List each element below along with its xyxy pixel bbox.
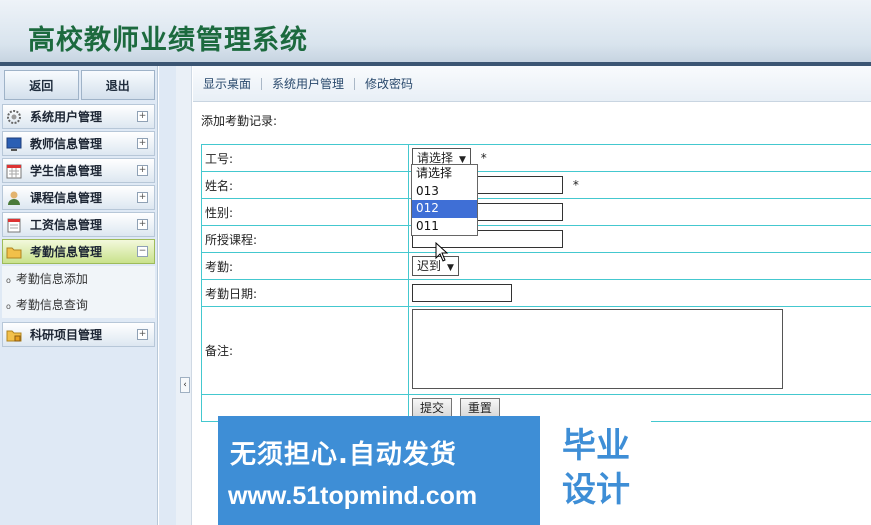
folder-icon [6, 244, 24, 260]
calendar-icon [6, 217, 24, 233]
nav-separator [261, 77, 263, 90]
label-attendance: 考勤: [201, 252, 409, 280]
remark-textarea[interactable] [412, 309, 783, 389]
required-mark: * [480, 150, 487, 165]
nav-link-system-users[interactable]: 系统用户管理 [272, 75, 344, 92]
submit-button[interactable]: 提交 [412, 398, 453, 418]
date-input[interactable] [412, 284, 512, 302]
label-remark: 备注: [201, 306, 409, 395]
banner-side-line: 设计 [562, 470, 630, 510]
label-name: 姓名: [201, 171, 409, 199]
expand-icon[interactable]: + [137, 329, 148, 340]
label-gender: 性别: [201, 198, 409, 226]
sidebar-item-system-users[interactable]: 系统用户管理 + [2, 104, 155, 129]
nav-separator [354, 77, 356, 90]
banner-side-text: 毕业 设计 [554, 424, 638, 512]
gonghao-dropdown-list: 请选择 013 012 011 [411, 164, 478, 236]
sidebar-gap [159, 66, 176, 525]
banner-side-box: 毕业 设计 [540, 416, 651, 525]
attendance-form: 工号: 请选择 ▼ * 姓名: * 性别: 所授课程: 考勤: 迟到 ▼ 考勤日… [201, 144, 871, 422]
sidebar-item-teacher-info[interactable]: 教师信息管理 + [2, 131, 155, 156]
logout-button[interactable]: 退出 [80, 70, 155, 100]
nav-link-desktop[interactable]: 显示桌面 [203, 75, 251, 92]
gonghao-select-value: 请选择 [417, 151, 454, 165]
expand-icon[interactable]: + [137, 165, 148, 176]
section-title: 添加考勤记录: [201, 114, 278, 128]
expand-icon[interactable]: + [137, 192, 148, 203]
app-title: 高校教师业绩管理系统 [28, 25, 308, 56]
sidebar-item-student-info[interactable]: 学生信息管理 + [2, 158, 155, 183]
folder-lock-icon [6, 327, 24, 343]
dropdown-option[interactable]: 请选择 [412, 165, 477, 183]
monitor-icon [6, 136, 24, 152]
expand-icon[interactable]: + [137, 138, 148, 149]
sidebar-item-label: 课程信息管理 [30, 191, 103, 205]
dropdown-option-highlighted[interactable]: 012 [412, 200, 477, 218]
sidebar: 返回 退出 系统用户管理 + 教师信息管理 + 学生信息管理 + 课程信息管理 … [0, 66, 158, 525]
sidebar-item-attendance-info[interactable]: 考勤信息管理 − [2, 239, 155, 264]
gear-icon [6, 109, 24, 125]
submenu-item-attendance-query[interactable]: 考勤信息查询 [2, 292, 155, 318]
expand-icon[interactable]: + [137, 219, 148, 230]
sidebar-item-label: 工资信息管理 [30, 218, 103, 232]
sidebar-item-label: 教师信息管理 [30, 137, 103, 151]
label-course: 所授课程: [201, 225, 409, 253]
label-date: 考勤日期: [201, 279, 409, 307]
mouse-pointer-icon [435, 241, 449, 265]
dropdown-option[interactable]: 011 [412, 218, 477, 236]
required-mark: * [572, 177, 579, 192]
sidebar-item-research-projects[interactable]: 科研项目管理 + [2, 322, 155, 347]
top-nav: 显示桌面 系统用户管理 修改密码 [193, 66, 871, 102]
dropdown-option[interactable]: 013 [412, 183, 477, 201]
calendar-icon [6, 163, 24, 179]
back-button[interactable]: 返回 [4, 70, 79, 100]
expand-icon[interactable]: + [137, 111, 148, 122]
label-gonghao: 工号: [201, 144, 409, 172]
banner-url-text: www.51topmind.com [228, 482, 478, 510]
sidebar-item-salary-info[interactable]: 工资信息管理 + [2, 212, 155, 237]
reset-button[interactable]: 重置 [459, 398, 500, 418]
sidebar-item-label: 考勤信息管理 [30, 245, 103, 259]
sidebar-collapse-button[interactable]: ‹ [180, 377, 190, 393]
sidebar-splitter [176, 66, 192, 525]
nav-link-change-password[interactable]: 修改密码 [365, 75, 413, 92]
app-header: 高校教师业绩管理系统 [0, 0, 871, 64]
collapse-icon[interactable]: − [137, 246, 148, 257]
attendance-submenu: 考勤信息添加 考勤信息查询 [2, 266, 155, 318]
banner-main-text: 无须担心.自动发货 [230, 440, 457, 470]
sidebar-item-course-info[interactable]: 课程信息管理 + [2, 185, 155, 210]
submenu-item-attendance-add[interactable]: 考勤信息添加 [2, 266, 155, 292]
user-icon [6, 190, 24, 206]
sidebar-item-label: 科研项目管理 [30, 328, 103, 342]
watermark-banner: 无须担心.自动发货 www.51topmind.com 毕业 设计 [218, 416, 651, 525]
sidebar-top-buttons: 返回 退出 [0, 66, 157, 102]
sidebar-item-label: 学生信息管理 [30, 164, 103, 178]
banner-side-line: 毕业 [562, 426, 630, 466]
sidebar-item-label: 系统用户管理 [30, 110, 103, 124]
